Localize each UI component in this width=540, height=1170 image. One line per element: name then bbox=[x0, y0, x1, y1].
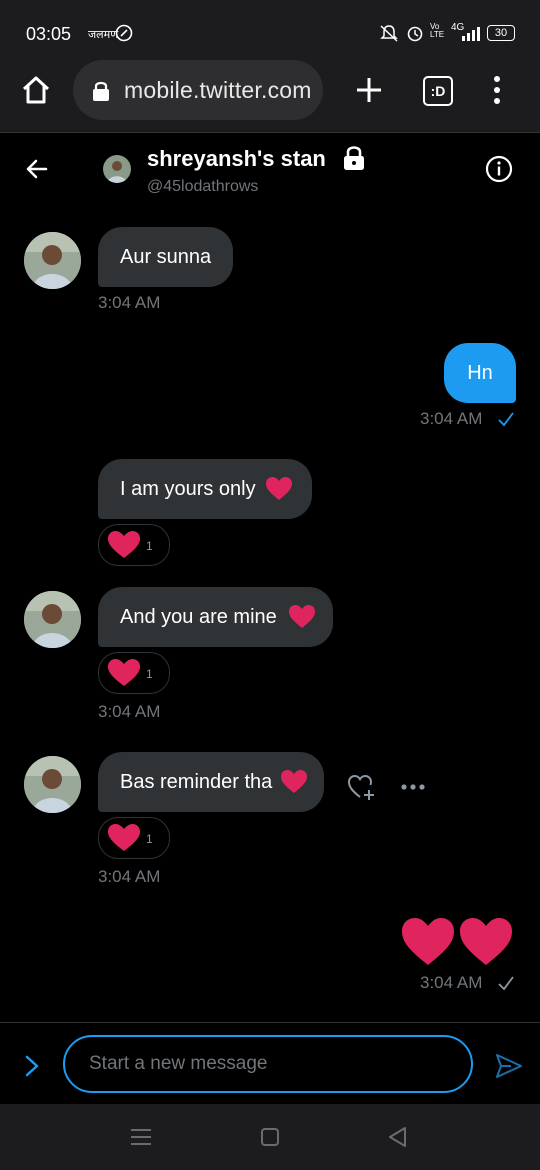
heart-emoji-icon[interactable] bbox=[458, 916, 514, 968]
back-triangle-icon[interactable] bbox=[387, 1126, 409, 1148]
message-timestamp: 3:04 AM bbox=[98, 702, 161, 721]
avatar-photo-icon bbox=[24, 591, 81, 648]
conversation-handle: @45lodathrows bbox=[147, 178, 259, 195]
protected-lock-icon bbox=[344, 146, 364, 170]
alarm-icon bbox=[407, 26, 423, 42]
heart-emoji-icon bbox=[281, 770, 307, 793]
message-bubble[interactable]: Aur sunna bbox=[98, 227, 234, 287]
heart-reaction-icon bbox=[108, 824, 140, 851]
message-timestamp: 3:04 AM bbox=[98, 293, 161, 312]
heart-reaction-icon bbox=[108, 531, 140, 558]
sent-timestamp: 3:04 AM bbox=[420, 973, 483, 992]
sender-avatar[interactable] bbox=[24, 232, 81, 289]
sender-avatar[interactable] bbox=[24, 591, 81, 648]
url-text[interactable]: mobile.twitter.com bbox=[124, 77, 312, 104]
heart-emoji-icon bbox=[266, 477, 292, 500]
whatsapp-icon bbox=[115, 24, 133, 42]
sent-timestamp: 3:04 AM bbox=[420, 409, 483, 428]
avatar-photo-icon bbox=[24, 232, 81, 289]
heart-emoji-icon bbox=[289, 605, 315, 628]
mute-icon bbox=[380, 25, 398, 42]
lock-icon bbox=[93, 81, 109, 101]
send-icon[interactable] bbox=[495, 1053, 523, 1079]
reaction-count: 1 bbox=[146, 539, 153, 553]
sent-check-icon bbox=[498, 976, 514, 991]
sender-avatar[interactable] bbox=[24, 756, 81, 813]
heart-emoji-icon[interactable] bbox=[400, 916, 456, 968]
signal-icon bbox=[462, 27, 480, 41]
recents-menu-icon[interactable] bbox=[131, 1128, 151, 1146]
reaction-count: 1 bbox=[146, 832, 153, 846]
header-avatar[interactable] bbox=[103, 155, 131, 183]
message-input[interactable] bbox=[63, 1035, 473, 1093]
conversation-title[interactable]: shreyansh's stan bbox=[147, 146, 326, 172]
sent-message-bubble[interactable]: Hn bbox=[444, 343, 516, 403]
battery-level: 30 bbox=[487, 25, 515, 41]
avatar-photo-icon bbox=[24, 756, 81, 813]
back-arrow-icon[interactable] bbox=[24, 156, 50, 182]
carrier-badge: जलमण bbox=[88, 29, 119, 41]
browser-menu-icon[interactable] bbox=[490, 74, 504, 106]
volte-indicator: Vo LTE bbox=[430, 22, 445, 39]
reaction-count: 1 bbox=[146, 667, 153, 681]
message-timestamp: 3:04 AM bbox=[98, 867, 161, 886]
expand-chevron-icon[interactable] bbox=[22, 1054, 42, 1078]
home-icon[interactable] bbox=[20, 74, 52, 106]
add-reaction-icon[interactable] bbox=[347, 774, 377, 802]
more-options-icon[interactable] bbox=[400, 783, 426, 791]
info-icon[interactable] bbox=[485, 155, 513, 183]
tabs-button[interactable]: :D bbox=[423, 76, 453, 106]
new-tab-icon[interactable] bbox=[354, 75, 384, 105]
heart-reaction-icon bbox=[108, 659, 140, 686]
read-check-icon bbox=[498, 412, 514, 427]
status-time: 03:05 bbox=[26, 24, 72, 44]
home-square-icon[interactable] bbox=[260, 1127, 280, 1147]
avatar-photo-icon bbox=[103, 155, 131, 183]
